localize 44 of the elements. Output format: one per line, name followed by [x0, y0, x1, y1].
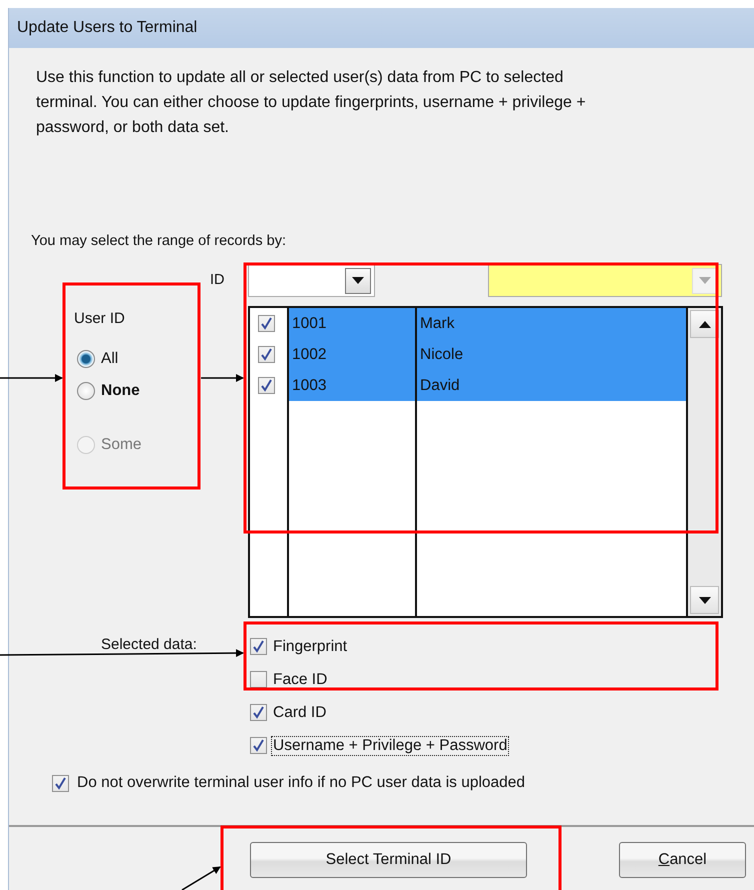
checkbox[interactable] [250, 737, 267, 754]
dropdown-button[interactable] [345, 268, 371, 294]
checkbox-label[interactable]: Username + Privilege + Password [271, 736, 510, 756]
scroll-up-button[interactable] [690, 310, 719, 338]
table-cell[interactable]: 1003 [288, 370, 416, 401]
up-arrow-icon [698, 320, 710, 328]
group-label: User ID [74, 310, 125, 327]
selected-data-label: Selected data: [101, 636, 197, 653]
checkbox[interactable] [250, 671, 267, 688]
checkbox-label[interactable]: Card ID [271, 702, 328, 722]
checkbox-label[interactable]: Face ID [271, 670, 330, 690]
down-arrow-icon [698, 596, 710, 604]
scrollbar[interactable] [686, 308, 721, 616]
radio-button[interactable] [77, 382, 95, 400]
checkbox[interactable] [258, 315, 275, 332]
checkbox-label[interactable]: Fingerprint [271, 636, 350, 656]
table-cell[interactable]: Mark [416, 308, 686, 339]
down-arrow-icon [699, 277, 711, 284]
table-cell[interactable]: Nicole [416, 339, 686, 370]
checkbox[interactable] [52, 774, 69, 792]
scroll-down-button[interactable] [690, 586, 719, 614]
radio-label[interactable]: All [101, 350, 118, 368]
arrow [201, 374, 244, 382]
checkbox[interactable] [250, 638, 267, 655]
window-title: Update Users to Terminal [17, 19, 198, 37]
table-cell[interactable]: 1002 [288, 339, 416, 370]
id-label: ID [210, 272, 224, 288]
table-cell[interactable]: 1001 [288, 308, 416, 339]
down-arrow-icon [352, 277, 364, 284]
description-text: Use this function to update all or selected user(s) data from PC to selected terminal. You can either choose to update fingerprints, username + privilege + password, or both data set. [36, 68, 587, 138]
arrow [0, 374, 63, 382]
value-dropdown[interactable] [488, 264, 722, 297]
table-cell[interactable]: David [416, 370, 686, 401]
id-dropdown[interactable] [248, 264, 375, 297]
arrow [182, 866, 221, 890]
radio-button[interactable] [77, 350, 95, 368]
checkbox[interactable] [258, 346, 275, 363]
checkbox[interactable] [250, 704, 267, 721]
select-terminal-button[interactable]: Select Terminal ID [250, 842, 527, 878]
range-label: You may select the range of records by: [31, 233, 286, 249]
checkbox-label[interactable]: Do not overwrite terminal user info if no PC user data is uploaded [75, 773, 528, 793]
cancel-button[interactable]: Cancel [619, 842, 746, 878]
checkbox[interactable] [258, 377, 275, 394]
radio-label[interactable]: None [101, 382, 140, 400]
